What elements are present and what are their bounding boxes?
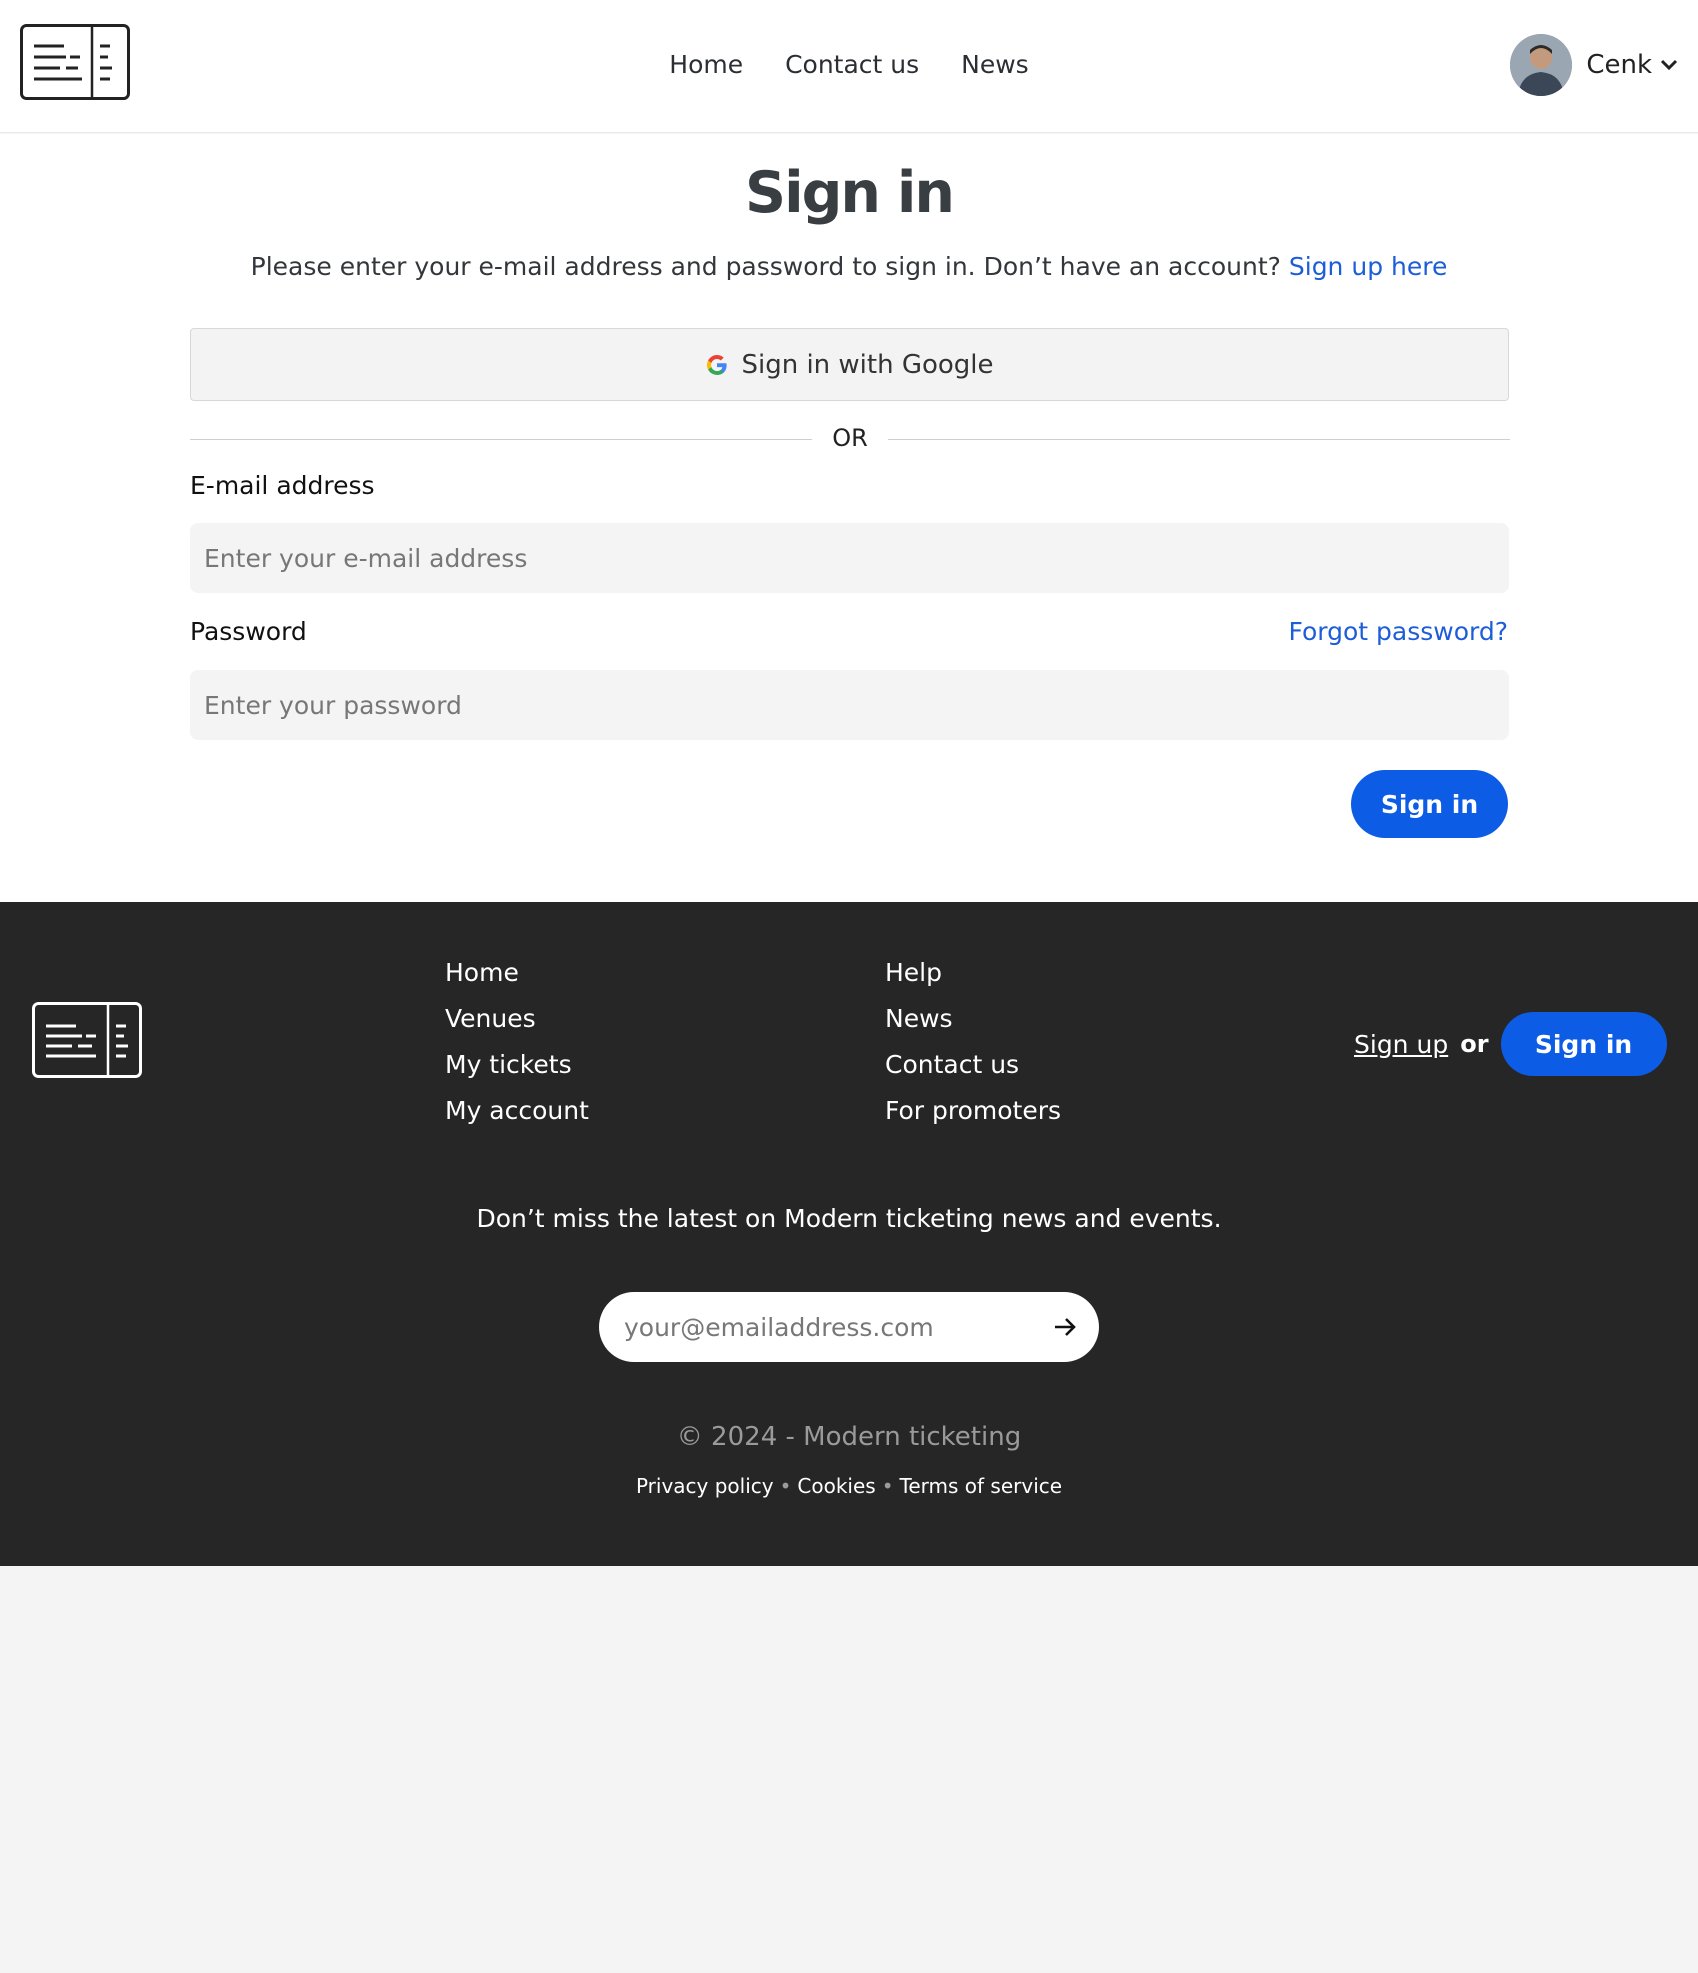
footer-link-home[interactable]: Home (445, 950, 589, 996)
footer-link-venues[interactable]: Venues (445, 996, 589, 1042)
signin-button[interactable]: Sign in (1351, 770, 1508, 838)
ticket-logo-icon (32, 1002, 142, 1078)
separator-dot: • (881, 1474, 894, 1498)
divider-text: OR (832, 424, 868, 452)
footer-link-contact-us[interactable]: Contact us (885, 1042, 1061, 1088)
main-nav: Home Contact us News (0, 50, 1698, 79)
newsletter-submit-button[interactable] (1053, 1316, 1077, 1338)
divider-line-right (888, 439, 1510, 440)
newsletter-form (599, 1292, 1099, 1362)
footer-or-text: or (1460, 1030, 1489, 1058)
footer-auth: Sign up or Sign in (1354, 1012, 1667, 1076)
arrow-right-icon (1055, 1318, 1076, 1336)
chevron-down-icon (1660, 59, 1678, 71)
cookies-link[interactable]: Cookies (797, 1474, 875, 1498)
nav-home[interactable]: Home (669, 50, 743, 79)
google-icon (707, 354, 728, 375)
footer-link-news[interactable]: News (885, 996, 1061, 1042)
site-header: Home Contact us News Cenk (0, 0, 1698, 133)
nav-contact-us[interactable]: Contact us (785, 50, 919, 79)
newsletter-text: Don’t miss the latest on Modern ticketin… (476, 1204, 1222, 1233)
separator-dot: • (779, 1474, 792, 1498)
user-name: Cenk (1586, 50, 1652, 80)
site-footer: Home Venues My tickets My account Help N… (0, 902, 1698, 1566)
footer-logo[interactable] (32, 1002, 142, 1082)
footer-signup-link[interactable]: Sign up (1354, 1030, 1448, 1059)
avatar (1510, 34, 1573, 96)
nav-news[interactable]: News (961, 50, 1029, 79)
forgot-password-link[interactable]: Forgot password? (1289, 617, 1509, 646)
email-field[interactable] (190, 523, 1509, 593)
signin-section: Sign in Please enter your e-mail address… (0, 134, 1698, 902)
newsletter-email-input[interactable] (624, 1312, 1053, 1342)
signin-subtitle: Please enter your e-mail address and pas… (0, 252, 1698, 281)
google-signin-button[interactable]: Sign in with Google (190, 328, 1509, 401)
footer-signin-button[interactable]: Sign in (1500, 1012, 1667, 1076)
password-label: Password (190, 617, 307, 646)
footer-column-1: Home Venues My tickets My account (445, 950, 589, 1134)
terms-of-service-link[interactable]: Terms of service (900, 1474, 1063, 1498)
legal-links: Privacy policy • Cookies • Terms of service (0, 1474, 1698, 1498)
subtitle-text: Please enter your e-mail address and pas… (250, 252, 1281, 281)
footer-link-my-tickets[interactable]: My tickets (445, 1042, 589, 1088)
or-divider: OR (190, 424, 1510, 454)
email-label: E-mail address (190, 471, 375, 500)
user-menu[interactable]: Cenk (1510, 34, 1678, 96)
copyright: © 2024 - Modern ticketing (676, 1422, 1022, 1452)
signup-link[interactable]: Sign up here (1289, 252, 1447, 281)
footer-link-my-account[interactable]: My account (445, 1088, 589, 1134)
footer-link-help[interactable]: Help (885, 950, 1061, 996)
page-title: Sign in (745, 160, 955, 226)
privacy-policy-link[interactable]: Privacy policy (636, 1474, 774, 1498)
google-button-label: Sign in with Google (741, 349, 994, 380)
password-field[interactable] (190, 670, 1509, 740)
footer-link-for-promoters[interactable]: For promoters (885, 1088, 1061, 1134)
footer-column-2: Help News Contact us For promoters (885, 950, 1061, 1134)
